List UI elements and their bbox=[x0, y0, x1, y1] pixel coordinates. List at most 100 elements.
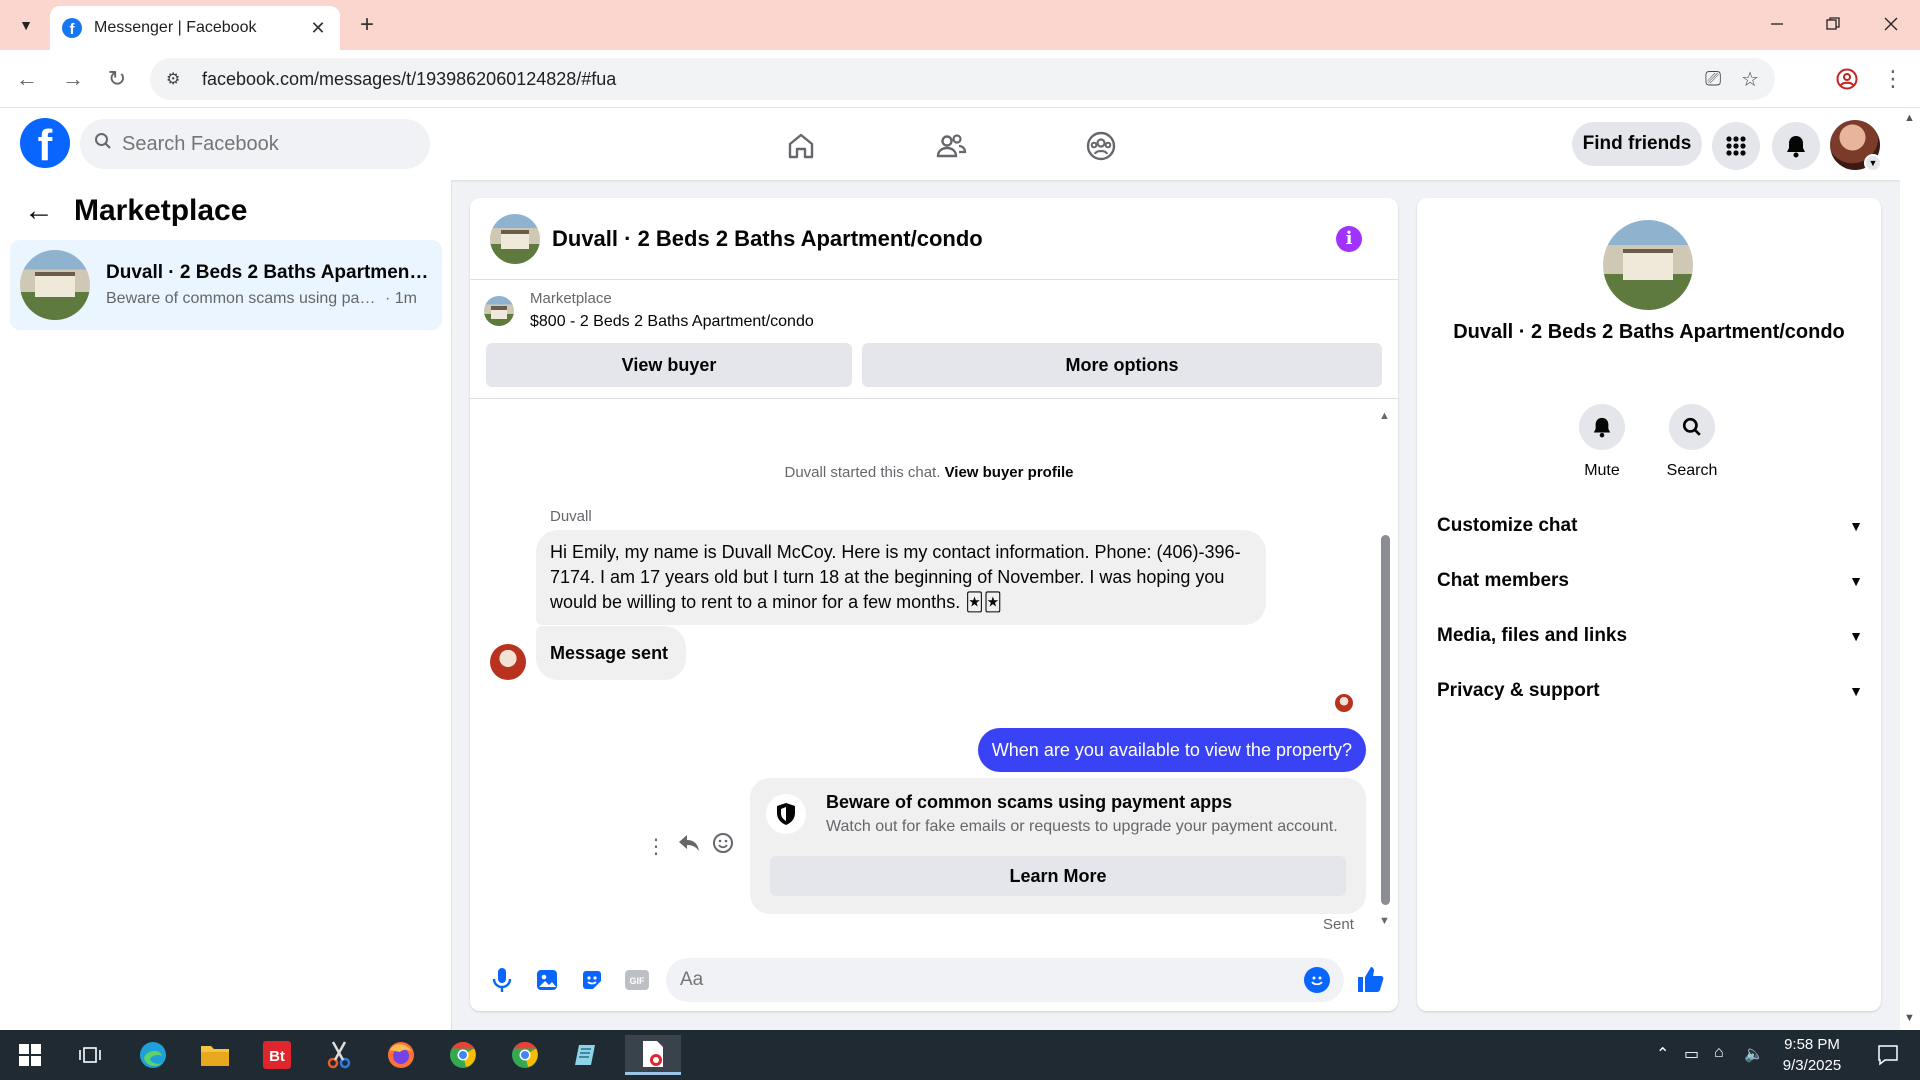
search-icon bbox=[1669, 404, 1715, 450]
message-input-box[interactable] bbox=[666, 958, 1344, 1002]
sticker-button[interactable] bbox=[574, 962, 610, 998]
menu-grid-button[interactable] bbox=[1712, 122, 1760, 170]
profile-icon[interactable] bbox=[1832, 64, 1862, 94]
site-info-icon[interactable]: ⚙ bbox=[166, 69, 188, 89]
chevron-down-icon: ▼ bbox=[19, 17, 33, 33]
outgoing-message[interactable]: When are you available to view the prope… bbox=[977, 728, 1366, 772]
close-icon bbox=[1884, 17, 1898, 31]
volume-icon[interactable]: 🔈 bbox=[1744, 1044, 1764, 1064]
taskbar-clock[interactable]: 9:58 PM 9/3/2025 bbox=[1762, 1034, 1862, 1076]
taskbar-snipping-tool[interactable] bbox=[317, 1035, 361, 1075]
chat-scrollbar[interactable]: ▲ ▼ bbox=[1378, 410, 1392, 930]
scroll-up-icon[interactable]: ▲ bbox=[1904, 112, 1915, 124]
svg-text:Bt: Bt bbox=[269, 1048, 285, 1065]
home-icon bbox=[788, 133, 814, 159]
restore-window-button[interactable] bbox=[1810, 8, 1856, 40]
forward-button[interactable]: → bbox=[58, 64, 88, 94]
facebook-search-input[interactable] bbox=[122, 132, 402, 156]
url-text[interactable]: facebook.com/messages/t/1939862060124828… bbox=[202, 69, 1685, 90]
reload-button[interactable]: ↻ bbox=[102, 64, 132, 94]
omnibox[interactable]: ⚙ facebook.com/messages/t/19398620601248… bbox=[150, 58, 1775, 100]
more-options-button[interactable]: More options bbox=[862, 343, 1382, 387]
facebook-logo-letter: f bbox=[37, 121, 53, 168]
gif-icon: GIF bbox=[625, 970, 649, 990]
profile-thumbnail[interactable] bbox=[1603, 220, 1693, 310]
more-vertical-icon[interactable]: ⋮ bbox=[646, 834, 666, 859]
facebook-favicon-icon: f bbox=[62, 18, 82, 38]
start-button[interactable] bbox=[8, 1035, 52, 1075]
more-vertical-icon: ⋮ bbox=[1882, 66, 1904, 91]
chat-avatar[interactable] bbox=[490, 213, 540, 264]
install-app-icon[interactable]: ⎚ bbox=[1705, 68, 1721, 91]
mute-action[interactable]: Mute bbox=[1562, 404, 1642, 480]
scroll-down-icon[interactable]: ▼ bbox=[1904, 1012, 1915, 1024]
page-scrollbar[interactable]: ▲ ▼ bbox=[1900, 108, 1920, 1030]
reply-icon[interactable] bbox=[678, 833, 700, 859]
view-buyer-button[interactable]: View buyer bbox=[486, 343, 852, 387]
show-hidden-icons-icon[interactable]: ⌃ bbox=[1656, 1044, 1669, 1064]
back-button[interactable]: ← bbox=[12, 64, 42, 94]
close-tab-icon[interactable]: ✕ bbox=[308, 18, 328, 39]
gif-button[interactable]: GIF bbox=[619, 962, 655, 998]
facebook-search[interactable] bbox=[80, 119, 430, 169]
notification-center-button[interactable] bbox=[1866, 1035, 1910, 1075]
customize-chat-section[interactable]: Customize chat ▼ bbox=[1437, 511, 1863, 541]
incoming-message[interactable]: Hi Emily, my name is Duvall McCoy. Here … bbox=[536, 530, 1266, 625]
find-friends-button[interactable]: Find friends bbox=[1572, 122, 1702, 166]
new-tab-button[interactable]: + bbox=[352, 10, 382, 40]
emoji-icon[interactable] bbox=[1304, 967, 1330, 993]
taskbar-chrome[interactable] bbox=[441, 1035, 485, 1075]
message-input[interactable] bbox=[680, 969, 1304, 991]
chat-members-section[interactable]: Chat members ▼ bbox=[1437, 566, 1863, 596]
taskbar-file-explorer[interactable] bbox=[193, 1035, 237, 1075]
scroll-down-icon[interactable]: ▼ bbox=[1379, 915, 1390, 927]
marketplace-header: ← Marketplace bbox=[24, 194, 247, 228]
message-actions: ⋮ bbox=[646, 832, 734, 860]
react-emoji-icon[interactable] bbox=[712, 832, 734, 860]
privacy-support-section[interactable]: Privacy & support ▼ bbox=[1437, 676, 1863, 706]
task-view-button[interactable] bbox=[68, 1035, 112, 1075]
media-files-links-section[interactable]: Media, files and links ▼ bbox=[1437, 621, 1863, 651]
account-avatar[interactable]: ▼ bbox=[1830, 120, 1882, 172]
tab-title: Messenger | Facebook bbox=[94, 19, 257, 36]
battery-icon[interactable]: ▭ bbox=[1684, 1044, 1699, 1064]
minimize-window-button[interactable] bbox=[1754, 8, 1800, 40]
thumbs-up-icon[interactable] bbox=[1354, 964, 1386, 996]
listing-thumbnail bbox=[20, 250, 90, 320]
notifications-button[interactable] bbox=[1772, 122, 1820, 170]
back-arrow-icon[interactable]: ← bbox=[24, 194, 54, 228]
scroll-up-icon[interactable]: ▲ bbox=[1379, 410, 1390, 422]
voice-clip-button[interactable] bbox=[484, 962, 520, 998]
nav-friends[interactable] bbox=[931, 126, 971, 166]
close-window-button[interactable] bbox=[1868, 8, 1914, 40]
search-action[interactable]: Search bbox=[1652, 404, 1732, 480]
restore-icon bbox=[1826, 17, 1840, 30]
taskbar-bt-app[interactable]: Bt bbox=[255, 1035, 299, 1075]
tab-list-button[interactable]: ▼ bbox=[10, 10, 42, 40]
bookmark-star-icon[interactable]: ☆ bbox=[1741, 67, 1759, 92]
nav-home[interactable] bbox=[781, 126, 821, 166]
chat-title[interactable]: Duvall · 2 Beds 2 Baths Apartment/condo bbox=[552, 226, 1336, 252]
info-icon[interactable]: i bbox=[1336, 225, 1362, 252]
chat-scroll-thumb[interactable] bbox=[1381, 535, 1390, 905]
nav-groups[interactable] bbox=[1081, 126, 1121, 166]
taskbar-notepad[interactable] bbox=[565, 1035, 609, 1075]
clock-date: 9/3/2025 bbox=[1782, 1057, 1842, 1074]
incoming-message[interactable]: Message sent bbox=[536, 626, 686, 680]
browser-menu-button[interactable]: ⋮ bbox=[1878, 64, 1908, 94]
attach-photo-button[interactable] bbox=[529, 962, 565, 998]
sender-avatar[interactable] bbox=[490, 644, 526, 680]
taskbar-firefox[interactable] bbox=[379, 1035, 423, 1075]
taskbar-chrome-profile[interactable] bbox=[503, 1035, 547, 1075]
browser-tab-messenger[interactable]: f Messenger | Facebook ✕ bbox=[50, 6, 340, 50]
conversation-time: · 1m bbox=[385, 290, 417, 307]
chat-info-panel: Duvall · 2 Beds 2 Baths Apartment/condo … bbox=[1417, 198, 1881, 1011]
conversation-item[interactable]: Duvall · 2 Beds 2 Baths Apartment/condo … bbox=[10, 240, 442, 330]
facebook-logo[interactable]: f bbox=[20, 118, 70, 168]
learn-more-button[interactable]: Learn More bbox=[770, 856, 1346, 896]
view-buyer-profile-link[interactable]: View buyer profile bbox=[945, 464, 1074, 481]
taskbar-edge[interactable] bbox=[131, 1035, 175, 1075]
network-icon[interactable]: ⌂ bbox=[1714, 1044, 1724, 1062]
taskbar-active-app[interactable] bbox=[625, 1035, 681, 1075]
listing-small-thumbnail bbox=[484, 296, 514, 326]
